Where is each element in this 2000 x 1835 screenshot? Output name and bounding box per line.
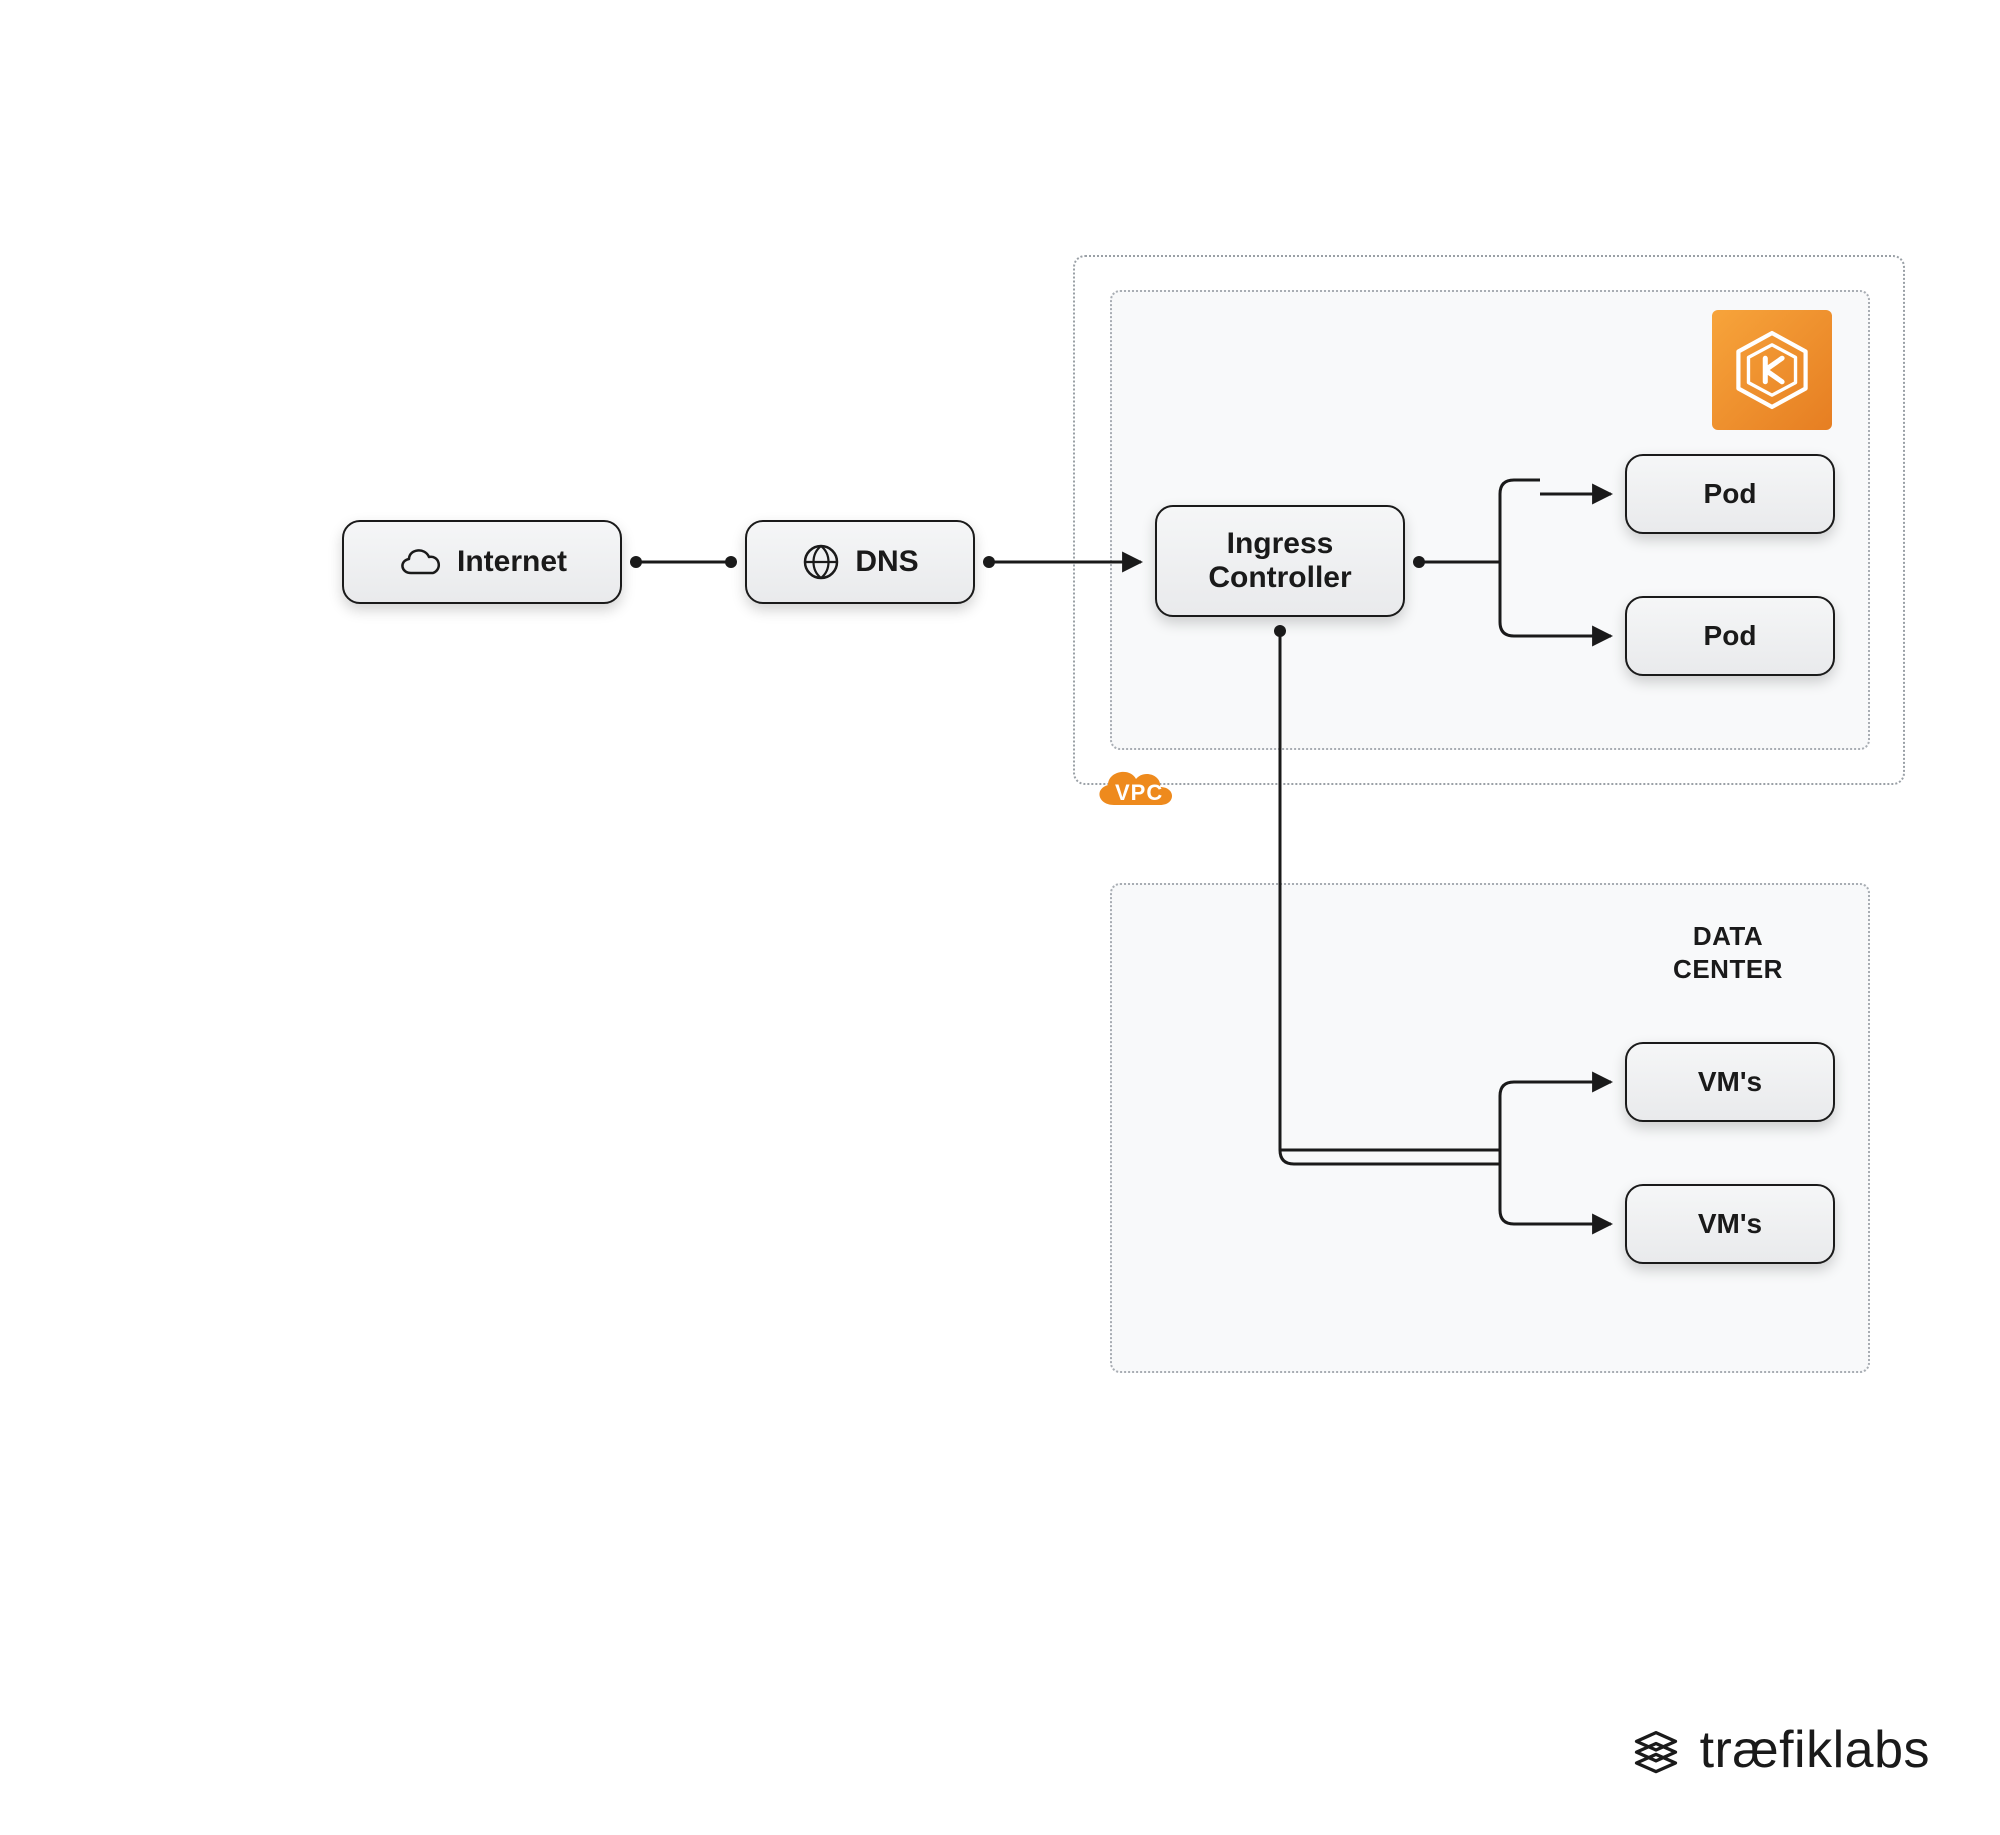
dns-node: DNS xyxy=(745,520,975,604)
internet-label: Internet xyxy=(457,545,567,580)
vpc-label: VPC xyxy=(1115,780,1163,806)
vm-node-2: VM's xyxy=(1625,1184,1835,1264)
internet-node: Internet xyxy=(342,520,622,604)
cloud-icon xyxy=(397,545,443,579)
vm1-label: VM's xyxy=(1698,1066,1762,1098)
pod2-label: Pod xyxy=(1704,620,1757,652)
ingress-label: Ingress Controller xyxy=(1208,527,1351,596)
vm-node-1: VM's xyxy=(1625,1042,1835,1122)
globe-icon xyxy=(801,542,841,582)
pod-node-2: Pod xyxy=(1625,596,1835,676)
brand-logo: træfiklabs xyxy=(1630,1720,1930,1780)
vpc-badge: VPC xyxy=(1086,759,1182,819)
datacenter-label: DATA CENTER xyxy=(1648,920,1808,985)
eks-icon xyxy=(1712,310,1832,430)
pod-node-1: Pod xyxy=(1625,454,1835,534)
pod1-label: Pod xyxy=(1704,478,1757,510)
traefik-mark-icon xyxy=(1630,1724,1682,1776)
brand-text: træfiklabs xyxy=(1700,1720,1930,1780)
hexagon-k-icon xyxy=(1730,328,1814,412)
vm2-label: VM's xyxy=(1698,1208,1762,1240)
dns-label: DNS xyxy=(855,545,918,580)
ingress-controller-node: Ingress Controller xyxy=(1155,505,1405,617)
